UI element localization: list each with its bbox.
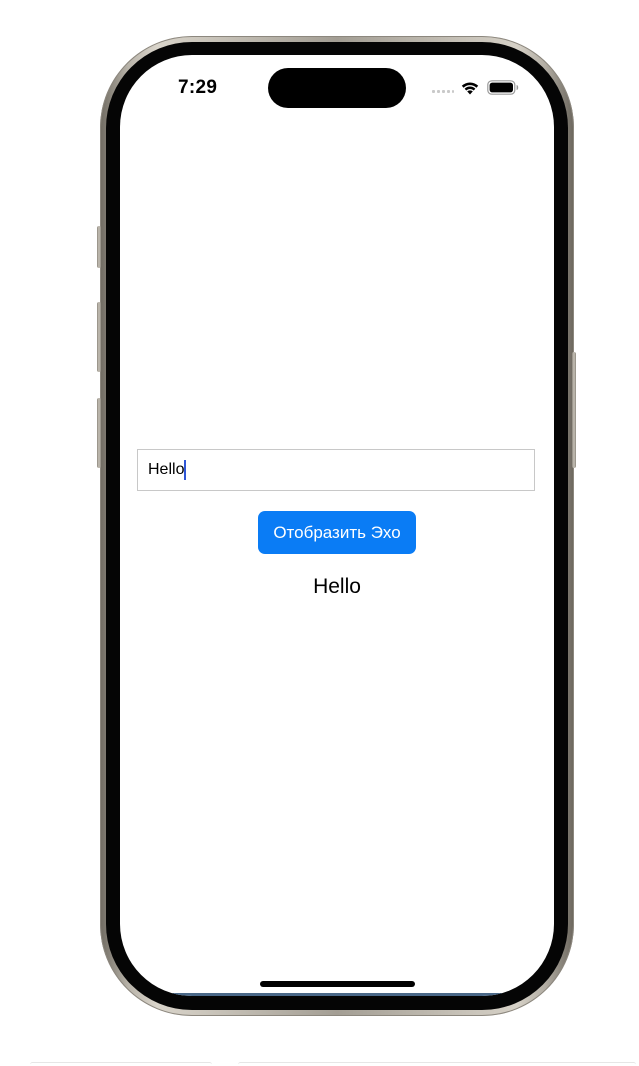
power-button [572, 352, 576, 468]
page: 7:29 Hello Отобразить Эхо Hello [0, 0, 639, 1066]
volume-up-button [97, 302, 101, 372]
action-button [97, 226, 101, 268]
dynamic-island [268, 68, 406, 108]
screen-bottom-edge [150, 993, 524, 996]
echo-text-field[interactable]: Hello [137, 449, 535, 491]
volume-down-button [97, 398, 101, 468]
battery-icon [487, 80, 519, 95]
cellular-signal-icon [432, 90, 454, 94]
echo-output-label: Hello [313, 575, 361, 598]
status-time: 7:29 [178, 77, 218, 98]
text-cursor [184, 460, 187, 480]
bottom-divider [30, 1062, 212, 1066]
wifi-icon [461, 82, 479, 95]
bottom-divider [238, 1062, 636, 1066]
echo-text-field-value: Hello [148, 461, 185, 478]
device-screen: 7:29 Hello Отобразить Эхо Hello [120, 55, 554, 996]
home-indicator[interactable] [260, 981, 415, 987]
display-echo-button[interactable]: Отобразить Эхо [258, 511, 416, 554]
